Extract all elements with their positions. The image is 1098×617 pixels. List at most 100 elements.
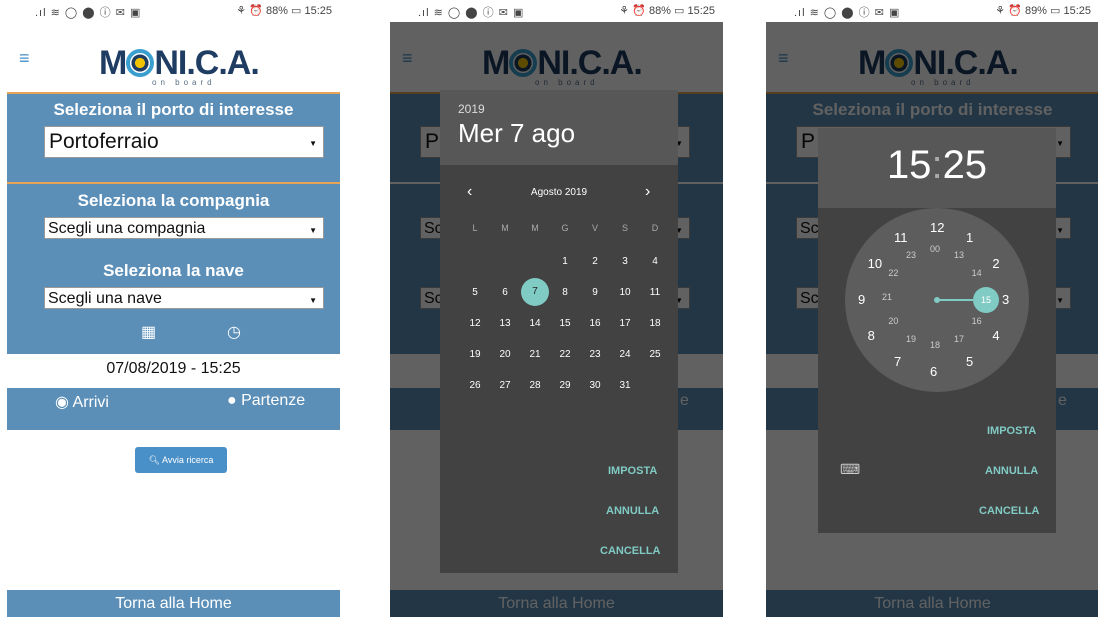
clock-hour-inner[interactable]: 16 [972,316,982,326]
weekday-label: V [591,223,598,233]
calendar-day[interactable]: 17 [610,318,640,329]
calendar-day[interactable]: 13 [490,318,520,329]
weekday-label: M [501,223,509,233]
clock-hour-inner[interactable]: 23 [906,250,916,260]
calendar-day[interactable]: 8 [550,287,580,298]
clock-hour-inner[interactable]: 14 [972,268,982,278]
calendar-day[interactable]: 7 [521,278,549,306]
calendar-day[interactable]: 16 [580,318,610,329]
logo-eye-icon [126,49,155,77]
clock-hour[interactable]: 3 [1002,292,1009,307]
time-picker-dialog: 15:25 12 1 2 3 4 5 6 7 8 9 10 11 00 13 14 15 16 17 18 19 20 2… [818,128,1056,533]
dropdown-caret-icon: ▼ [309,226,317,235]
clock-hour-inner[interactable]: 00 [930,244,940,254]
calendar-day[interactable]: 15 [550,318,580,329]
clock-hour[interactable]: 4 [992,328,999,343]
calendar-day[interactable]: 25 [640,349,670,360]
calendar-day[interactable]: 29 [550,380,580,391]
calendar-day[interactable]: 31 [610,380,640,391]
clock-hour[interactable]: 12 [930,220,944,235]
calendar-day[interactable]: 30 [580,380,610,391]
port-select[interactable]: Portoferraio ▼ [44,126,324,158]
ship-label: Seleziona la nave [103,261,244,280]
clock-hour-inner[interactable]: 22 [888,268,898,278]
calendar-day[interactable]: 28 [520,380,550,391]
clock-center [934,297,940,303]
clock-face[interactable]: 12 1 2 3 4 5 6 7 8 9 10 11 00 13 14 15 16 17 18 19 20 21 22 23 [845,208,1029,392]
calendar-day[interactable]: 20 [490,349,520,360]
clock-hour[interactable]: 9 [858,292,865,307]
hour-display[interactable]: 15 [887,143,932,187]
calendar-day[interactable]: 3 [610,256,640,267]
clock-hour[interactable]: 2 [992,256,999,271]
date-title: Mer 7 ago [458,118,576,148]
cancel-button[interactable]: ANNULLA [606,505,659,517]
calendar-day[interactable]: 27 [490,380,520,391]
calendar-day[interactable]: 24 [610,349,640,360]
clear-button[interactable]: CANCELLA [979,505,1040,517]
clock-hour[interactable]: 10 [868,256,882,271]
menu-icon[interactable]: ≡ [19,48,30,69]
month-label: Agosto 2019 [530,187,588,198]
weekday-label: D [651,223,659,233]
status-icons-right: ⚘ ⏰ 88% ▭ 15:25 [619,5,715,17]
calendar-day[interactable]: 10 [610,287,640,298]
radio-departures[interactable]: ● Partenze [227,392,305,410]
weekday-label: S [621,223,628,233]
screen-date-picker: .ıl ≋ ◯ ⬤ ⓘ ✉ ▣ ⚘ ⏰ 88% ▭ 15:25 ≡ MNI.C.… [390,0,723,617]
clock-hour[interactable]: 7 [894,354,901,369]
calendar-day[interactable]: 21 [520,349,550,360]
calendar-day[interactable]: 14 [520,318,550,329]
clock-hour-inner[interactable]: 20 [888,316,898,326]
app-header: ≡ MNI.C.A. on board [7,22,340,94]
year-label[interactable]: 2019 [458,102,485,116]
clock-hour[interactable]: 6 [930,364,937,379]
clock-hour-inner[interactable]: 21 [882,292,892,302]
radio-arrivals[interactable]: ◉ Arrivi [55,392,109,412]
clear-button[interactable]: CANCELLA [600,545,661,557]
calendar-day[interactable]: 19 [460,349,490,360]
company-select[interactable]: Scegli una compagnia ▼ [44,217,324,239]
calendar-day[interactable]: 6 [490,287,520,298]
cancel-button[interactable]: ANNULLA [985,465,1038,477]
clock-hour-inner[interactable]: 18 [930,340,940,350]
clock-hour-inner[interactable]: 19 [906,334,916,344]
clock-hour[interactable]: 11 [894,230,908,245]
calendar-day[interactable]: 18 [640,318,670,329]
calendar-day[interactable]: 1 [550,256,580,267]
calendar-day[interactable]: 2 [580,256,610,267]
clock-icon[interactable]: ◷ [227,322,241,342]
logo-subtitle: on board [152,78,216,87]
status-icons-left: .ıl ≋ ◯ ⬤ ⓘ ✉ ▣ [794,7,901,19]
next-month-icon[interactable]: › [645,183,650,201]
keyboard-icon[interactable]: ⌨ [840,461,860,478]
calendar-day[interactable]: 9 [580,287,610,298]
minute-display[interactable]: 25 [943,143,988,187]
clock-hour-inner[interactable]: 17 [954,334,964,344]
set-button[interactable]: IMPOSTA [608,465,657,477]
search-icon: 🔍︎ [148,455,163,465]
calendar-day[interactable]: 26 [460,380,490,391]
clock-hour-inner[interactable]: 13 [954,250,964,260]
company-label: Seleziona la compagnia [77,191,270,210]
calendar-day[interactable]: 11 [640,287,670,298]
status-bar: .ıl ≋ ◯ ⬤ ⓘ ✉ ▣ ⚘ ⏰ 88% ▭ 15:25 [390,0,723,22]
selected-datetime: 07/08/2019 - 15:25 [7,354,340,388]
calendar-icon[interactable]: ▦ [141,322,156,342]
screen-form: .ıl ≋ ◯ ⬤ ⓘ ✉ ▣ ⚘ ⏰ 88% ▭ 15:25 ≡ M NI.C.… [7,0,340,617]
ship-select[interactable]: Scegli una nave ▼ [44,287,324,309]
search-button[interactable]: 🔍︎ Avvia ricerca [135,447,227,473]
clock-hour[interactable]: 5 [966,354,973,369]
clock-hour[interactable]: 8 [868,328,875,343]
clock-hour-inner[interactable]: 15 [973,287,999,313]
clock-hour[interactable]: 1 [966,230,973,245]
calendar-day[interactable]: 22 [550,349,580,360]
set-button[interactable]: IMPOSTA [987,425,1036,437]
weekday-label: L [472,223,478,233]
calendar-day[interactable]: 5 [460,287,490,298]
calendar-day[interactable]: 12 [460,318,490,329]
calendar-day[interactable]: 4 [640,256,670,267]
calendar-day[interactable]: 23 [580,349,610,360]
home-link[interactable]: Torna alla Home [7,590,340,617]
status-icons-right: ⚘ ⏰ 89% ▭ 15:25 [995,5,1091,17]
